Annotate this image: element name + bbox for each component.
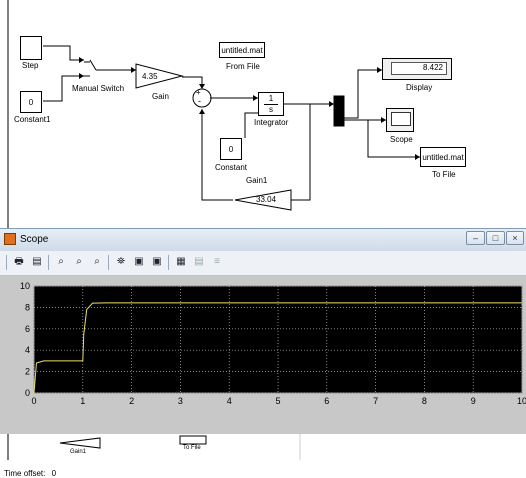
step-label: Step [22, 61, 39, 70]
from-file-block[interactable]: untitled.mat [219, 42, 265, 58]
zoom-x-icon[interactable]: ⌕ [72, 255, 86, 269]
scope-block-screen [391, 112, 411, 126]
matlab-icon [4, 233, 16, 245]
toolbar-separator [108, 255, 109, 270]
constant1-value: 0 [28, 98, 34, 107]
scope-window: Scope – □ × 🖶 ▤ ⌕ ⌕ ⌕ ⛯ ▣ ▣ ▦ ▤ ≡ 0 1 2 3 4 5… [0, 228, 526, 478]
x-tick-label: 3 [178, 396, 183, 406]
minimize-button[interactable]: – [466, 231, 485, 245]
lock-axes-icon: ▤ [194, 256, 204, 267]
x-tick-label: 9 [471, 396, 476, 406]
time-offset-value: 0 [51, 469, 57, 478]
x-tick-label: 10 [517, 396, 526, 406]
maximize-button[interactable]: □ [486, 231, 505, 245]
display-screen: 8.422 [391, 62, 447, 75]
to-file-value: untitled.mat [422, 153, 464, 162]
x-tick-label: 6 [324, 396, 329, 406]
toolbar-separator [168, 255, 169, 270]
diagram-bottom-strip: Gain1 To File [0, 434, 526, 460]
bottom-to-file-label: To File [183, 445, 201, 451]
gain-label: Gain [152, 92, 169, 101]
gain1-value: 33.04 [256, 195, 277, 204]
close-button[interactable]: × [506, 231, 524, 245]
from-file-value: untitled.mat [221, 46, 263, 55]
scope-block[interactable] [386, 108, 414, 132]
x-tick-label: 2 [129, 396, 134, 406]
x-tick-label: 4 [227, 396, 232, 406]
parameters-icon[interactable]: ▤ [30, 255, 44, 269]
constant1-block[interactable]: 0 [20, 91, 42, 113]
y-tick-label: 10 [20, 281, 30, 291]
time-offset-label: Time offset: [4, 469, 46, 478]
y-tick-label: 2 [25, 367, 30, 377]
x-tick-label: 0 [31, 396, 36, 406]
y-tick-label: 6 [25, 324, 30, 334]
y-tick-label: 8 [25, 302, 30, 312]
manual-switch-label: Manual Switch [72, 84, 125, 93]
simulink-diagram: + - Step 0 Constant1 Manual Switch 4.35 … [0, 0, 526, 232]
restore-axes-icon[interactable]: ▣ [150, 255, 164, 269]
scope-plot-area: 0 1 2 3 4 5 6 7 8 9 10 0 2 4 6 8 10 Time offset: 0 [0, 276, 526, 478]
autoscale-icon[interactable]: ⛯ [114, 255, 128, 269]
print-icon[interactable]: 🖶 [12, 255, 26, 269]
save-axes-icon[interactable]: ▣ [132, 255, 146, 269]
toolbar-grip [6, 255, 7, 270]
scope-titlebar[interactable]: Scope – □ × [0, 229, 526, 251]
constant-block[interactable]: 0 [220, 138, 242, 160]
svg-text:-: - [198, 96, 201, 106]
scope-title: Scope [20, 234, 49, 245]
x-tick-label: 7 [373, 396, 378, 406]
x-tick-label: 1 [80, 396, 85, 406]
signal-selection-icon: ≡ [214, 256, 220, 267]
time-offset: Time offset: 0 [4, 469, 56, 478]
toolbar-separator [48, 255, 49, 270]
scope-chart[interactable]: 0 1 2 3 4 5 6 7 8 9 10 0 2 4 6 8 10 [0, 276, 526, 421]
zoom-icon[interactable]: ⌕ [54, 255, 68, 269]
display-value: 8.422 [422, 63, 443, 72]
constant1-label: Constant1 [14, 115, 51, 124]
integrator-label: Integrator [254, 118, 289, 127]
bottom-gain1-label: Gain1 [70, 449, 87, 455]
gain1-label: Gain1 [246, 176, 268, 185]
to-file-block[interactable]: untitled.mat [420, 147, 466, 167]
x-tick-label: 5 [275, 396, 280, 406]
zoom-y-icon[interactable]: ⌕ [90, 255, 104, 269]
floating-scope-icon[interactable]: ▦ [174, 255, 188, 269]
display-label: Display [406, 83, 433, 92]
from-file-label: From File [226, 62, 260, 71]
y-tick-label: 0 [25, 388, 30, 398]
display-block[interactable]: 8.422 [382, 58, 452, 80]
scope-label: Scope [390, 135, 413, 144]
gain-value: 4.35 [142, 72, 158, 81]
constant-label: Constant [215, 163, 248, 172]
integrator-num: 1 [268, 94, 274, 103]
to-file-label: To File [432, 170, 456, 179]
scope-toolbar: 🖶 ▤ ⌕ ⌕ ⌕ ⛯ ▣ ▣ ▦ ▤ ≡ [0, 251, 526, 276]
step-block[interactable] [20, 36, 42, 60]
bottom-strip-lines [7, 434, 301, 460]
constant-value: 0 [228, 145, 234, 154]
x-tick-label: 8 [422, 396, 427, 406]
integrator-block[interactable]: 1 s [258, 92, 284, 116]
integrator-den: s [269, 105, 273, 114]
y-tick-label: 4 [25, 345, 30, 355]
